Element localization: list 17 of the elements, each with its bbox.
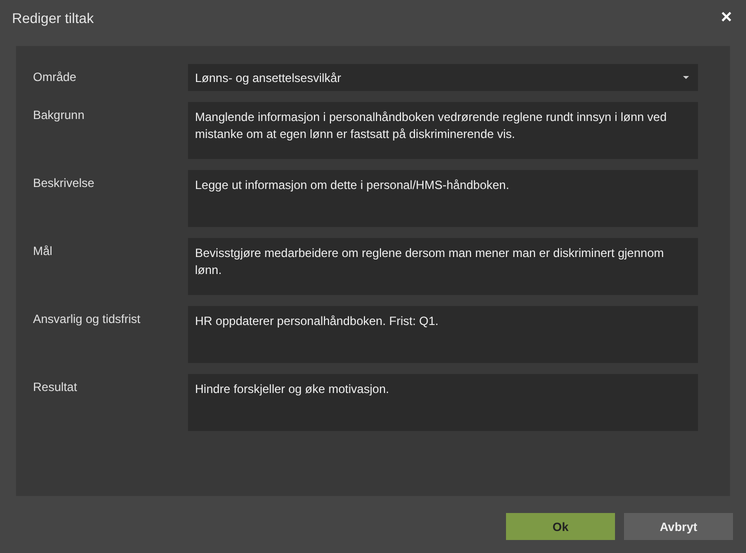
field-label: Bakgrunn — [33, 107, 86, 124]
window-title: Rediger tiltak — [12, 10, 94, 26]
ok-button[interactable]: Ok — [506, 513, 615, 540]
field-label: Mål — [33, 243, 54, 260]
text-area[interactable]: Bevisstgjøre medarbeidere om reglene dersom man mener man er diskriminert gjennom lønn. — [188, 238, 698, 295]
text-area[interactable]: HR oppdaterer personalhåndboken. Frist: Q1. — [188, 306, 698, 363]
field-label: Resultat — [33, 379, 78, 396]
field-label: Beskrivelse — [33, 175, 96, 192]
dropdown[interactable]: Lønns- og ansettelsesvilkår — [188, 64, 698, 91]
caret-icon — [683, 76, 689, 79]
text-area[interactable]: Manglende informasjon i personalhåndboken vedrørende reglene rundt innsyn i lønn ved mistanke om at egen lønn er fastsatt på diskriminerende vis. — [188, 102, 698, 159]
field-label: Ansvarlig og tidsfrist — [33, 311, 142, 328]
field-label: Område — [33, 69, 78, 86]
text-area[interactable]: Hindre forskjeller og øke motivasjon. — [188, 374, 698, 431]
close-button[interactable]: × — [720, 8, 732, 27]
cancel-button[interactable]: Avbryt — [624, 513, 733, 540]
text-area[interactable]: Legge ut informasjon om dette i personal/HMS-håndboken. — [188, 170, 698, 227]
